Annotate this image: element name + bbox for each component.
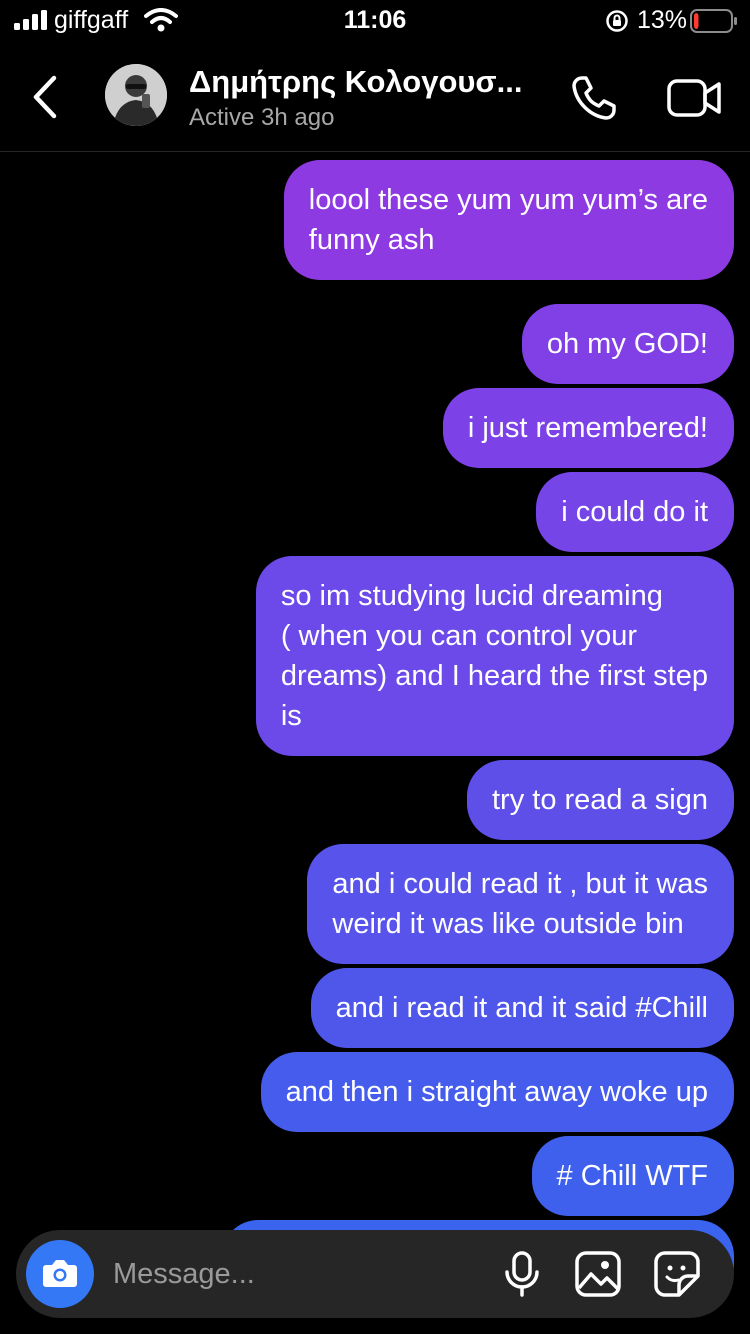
status-bar: giffgaff 11:06 13% (0, 0, 750, 42)
message-bubble[interactable]: loool these yum yum yum’s are funny ash (283, 160, 734, 280)
camera-icon (43, 1260, 77, 1287)
message-bubble[interactable]: i could do it (536, 472, 734, 552)
message-bubble[interactable]: and i read it and it said #Chill (310, 968, 734, 1048)
avatar[interactable] (105, 64, 167, 126)
phone-icon[interactable] (568, 72, 620, 124)
message-thread[interactable]: loool these yum yum yum’s are funny ash … (0, 152, 750, 1334)
message-bubble[interactable]: # Chill WTF (531, 1136, 734, 1216)
message-bubble[interactable]: and then i straight away woke up (260, 1052, 734, 1132)
chat-header: Δημήτρης Κολογουσ... Active 3h ago (0, 42, 750, 152)
video-camera-icon[interactable] (666, 76, 722, 120)
message-bubble[interactable]: try to read a sign (467, 760, 734, 840)
message-bubble[interactable]: so im studying lucid dreaming ( when you… (255, 556, 734, 756)
message-composer (16, 1230, 734, 1318)
microphone-icon[interactable] (500, 1250, 544, 1298)
contact-status: Active 3h ago (189, 104, 335, 131)
contact-name[interactable]: Δημήτρης Κολογουσ... (189, 64, 549, 100)
message-bubble[interactable]: and i could read it , but it was weird i… (307, 844, 734, 964)
message-input[interactable] (113, 1230, 493, 1318)
back-arrow-icon[interactable] (22, 72, 72, 122)
message-bubble[interactable]: oh my GOD! (521, 304, 734, 384)
image-icon[interactable] (574, 1250, 622, 1298)
camera-button[interactable] (26, 1240, 94, 1308)
sticker-icon[interactable] (653, 1250, 701, 1298)
battery-icon (690, 9, 737, 33)
message-bubble[interactable]: i just remembered! (442, 388, 734, 468)
battery-percent: 13% (637, 6, 688, 34)
rotation-lock-icon (606, 10, 628, 32)
